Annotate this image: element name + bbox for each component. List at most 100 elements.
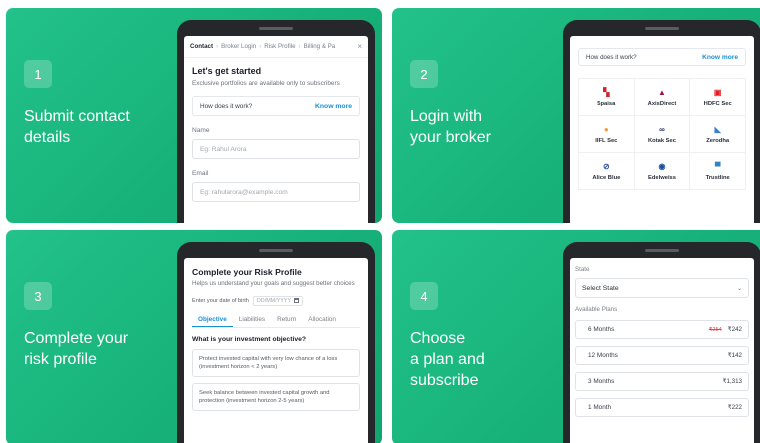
risk-profile-tabs: Objective Liabilities Return Allocation — [192, 313, 360, 328]
phone-speaker — [259, 27, 293, 30]
plan-pricing: ₹142 — [728, 352, 742, 359]
edelweiss-logo-icon: ◉ — [658, 161, 666, 171]
page-subtitle: Exclusive portfolios are available only … — [192, 80, 340, 87]
phone-mockup: How does it work? Know more ▚ 5paisa ▲ Axis… — [563, 20, 760, 223]
broker-name: 5paisa — [597, 100, 616, 107]
broker-name: Edelweiss — [647, 174, 677, 181]
close-icon[interactable]: × — [357, 42, 362, 51]
step-card-risk: 3 Complete your risk profile Complete yo… — [6, 230, 382, 443]
dob-row: Enter your date of birth DD/MM/YYYY — [192, 295, 360, 306]
onboarding-tabs: Contact › Broker Login › Risk Profile › … — [184, 36, 368, 58]
broker-tile[interactable]: ⊘ Alice Blue — [579, 153, 635, 190]
chevron-right-icon: › — [259, 43, 262, 50]
plan-duration: 12 Months — [588, 352, 618, 359]
iifl-logo-icon: ● — [603, 124, 609, 134]
broker-tile[interactable]: ▚ 5paisa — [579, 79, 635, 116]
plan-pricing: ₹254 ₹242 — [709, 326, 742, 333]
5paisa-logo-icon: ▚ — [603, 87, 610, 97]
broker-tile[interactable]: ▲ AxisDirect — [634, 79, 691, 116]
tab-contact[interactable]: Contact — [190, 43, 213, 50]
broker-name: IIFL Sec — [595, 137, 618, 144]
plan-duration: 3 Months — [588, 378, 615, 385]
step-title: Choose a plan and subscribe — [410, 330, 485, 389]
aliceblue-logo-icon: ⊘ — [602, 161, 610, 171]
zerodha-logo-icon: ◣ — [714, 124, 721, 134]
tab-broker-login[interactable]: Broker Login — [221, 43, 256, 50]
question-text: What is your investment objective? — [192, 335, 307, 343]
plan-price: ₹242 — [727, 326, 742, 333]
know-more-link[interactable]: Know more — [315, 103, 352, 110]
phone-mockup: Contact › Broker Login › Risk Profile › … — [177, 20, 375, 223]
how-it-works-banner: How does it work? Know more — [192, 96, 360, 116]
phone-speaker — [259, 249, 293, 252]
answer-option[interactable]: Protect invested capital with very low c… — [192, 348, 360, 377]
broker-tile[interactable]: ◉ Edelweiss — [634, 153, 691, 190]
how-it-works-banner: How does it work? Know more — [578, 48, 746, 66]
tab-risk-profile[interactable]: Risk Profile — [264, 43, 295, 50]
name-field[interactable]: Eg: Rahul Arora — [192, 139, 360, 159]
broker-name: Alice Blue — [592, 174, 621, 181]
broker-tile[interactable]: ∞ Kotak Sec — [634, 116, 691, 153]
plan-price: ₹1,313 — [722, 378, 742, 385]
broker-tile[interactable]: ▀ Trustline — [690, 153, 746, 190]
page-subtitle: Helps us understand your goals and sugge… — [192, 280, 355, 287]
phone-speaker — [645, 249, 679, 252]
chevron-right-icon: › — [298, 43, 301, 50]
plans-label: Available Plans — [575, 306, 618, 313]
axisdirect-logo-icon: ▲ — [658, 87, 666, 97]
name-label: Name — [192, 127, 210, 134]
state-select-value: Select State — [582, 284, 619, 292]
broker-name: Kotak Sec — [647, 137, 676, 144]
step-number-badge: 4 — [410, 282, 438, 310]
plan-price: ₹222 — [727, 404, 742, 411]
tab-return[interactable]: Return — [271, 313, 302, 327]
phone-mockup: State Select State ⌄ Available Plans 6 M… — [563, 242, 760, 443]
risk-screen: Complete your Risk Profile Helps us unde… — [184, 258, 368, 443]
dob-field[interactable]: DD/MM/YYYY — [252, 295, 304, 306]
state-label: State — [575, 266, 590, 273]
state-select[interactable]: Select State ⌄ — [575, 278, 749, 298]
email-field[interactable]: Eg: rahularora@example.com — [192, 182, 360, 202]
how-it-works-label: How does it work? — [200, 102, 253, 110]
step-card-plan: 4 Choose a plan and subscribe State Sele… — [392, 230, 760, 443]
calendar-icon — [294, 298, 300, 303]
know-more-link[interactable]: Know more — [702, 54, 738, 61]
broker-tile[interactable]: ▣ HDFC Sec — [690, 79, 746, 116]
plan-option[interactable]: 6 Months ₹254 ₹242 — [575, 320, 749, 339]
plan-option[interactable]: 12 Months ₹142 — [575, 346, 749, 365]
plan-option[interactable]: 3 Months ₹1,313 — [575, 372, 749, 391]
broker-tile[interactable]: ◣ Zerodha — [690, 116, 746, 153]
email-label: Email — [192, 170, 209, 177]
kotak-logo-icon: ∞ — [659, 124, 665, 134]
phone-mockup: Complete your Risk Profile Helps us unde… — [177, 242, 375, 443]
plan-pricing: ₹1,313 — [723, 378, 742, 385]
broker-grid: ▚ 5paisa ▲ AxisDirect ▣ HDFC Sec ● IIFL Sec ∞ Kot… — [578, 78, 746, 190]
plan-price: ₹142 — [727, 352, 742, 359]
trustline-logo-icon: ▀ — [714, 161, 721, 171]
contact-screen: Contact › Broker Login › Risk Profile › … — [184, 36, 368, 223]
plan-duration: 1 Month — [588, 404, 612, 411]
plan-old-price: ₹254 — [708, 327, 722, 333]
hdfc-logo-icon: ▣ — [713, 87, 722, 97]
broker-screen: How does it work? Know more ▚ 5paisa ▲ Axis… — [570, 36, 754, 223]
step-title: Submit contact details — [24, 108, 130, 146]
tab-allocation[interactable]: Allocation — [302, 313, 342, 327]
how-it-works-label: How does it work? — [586, 53, 637, 61]
dob-placeholder: DD/MM/YYYY — [256, 297, 292, 304]
step-number-badge: 3 — [24, 282, 52, 310]
step-number-badge: 2 — [410, 60, 438, 88]
tab-billing[interactable]: Billing & Pa — [304, 43, 336, 50]
plan-screen: State Select State ⌄ Available Plans 6 M… — [570, 258, 754, 443]
plan-duration: 6 Months — [588, 326, 615, 333]
broker-name: Zerodha — [706, 137, 730, 144]
tab-objective[interactable]: Objective — [192, 313, 233, 327]
plan-option[interactable]: 1 Month ₹222 — [575, 398, 749, 417]
tab-liabilities[interactable]: Liabilities — [233, 313, 271, 327]
phone-speaker — [645, 27, 679, 30]
broker-name: HDFC Sec — [703, 100, 732, 107]
answer-option[interactable]: Seek balance between invested capital gr… — [192, 382, 360, 411]
broker-tile[interactable]: ● IIFL Sec — [579, 116, 635, 153]
chevron-down-icon: ⌄ — [736, 285, 742, 292]
broker-name: Trustline — [705, 174, 730, 181]
page-title: Let's get started — [192, 66, 262, 76]
